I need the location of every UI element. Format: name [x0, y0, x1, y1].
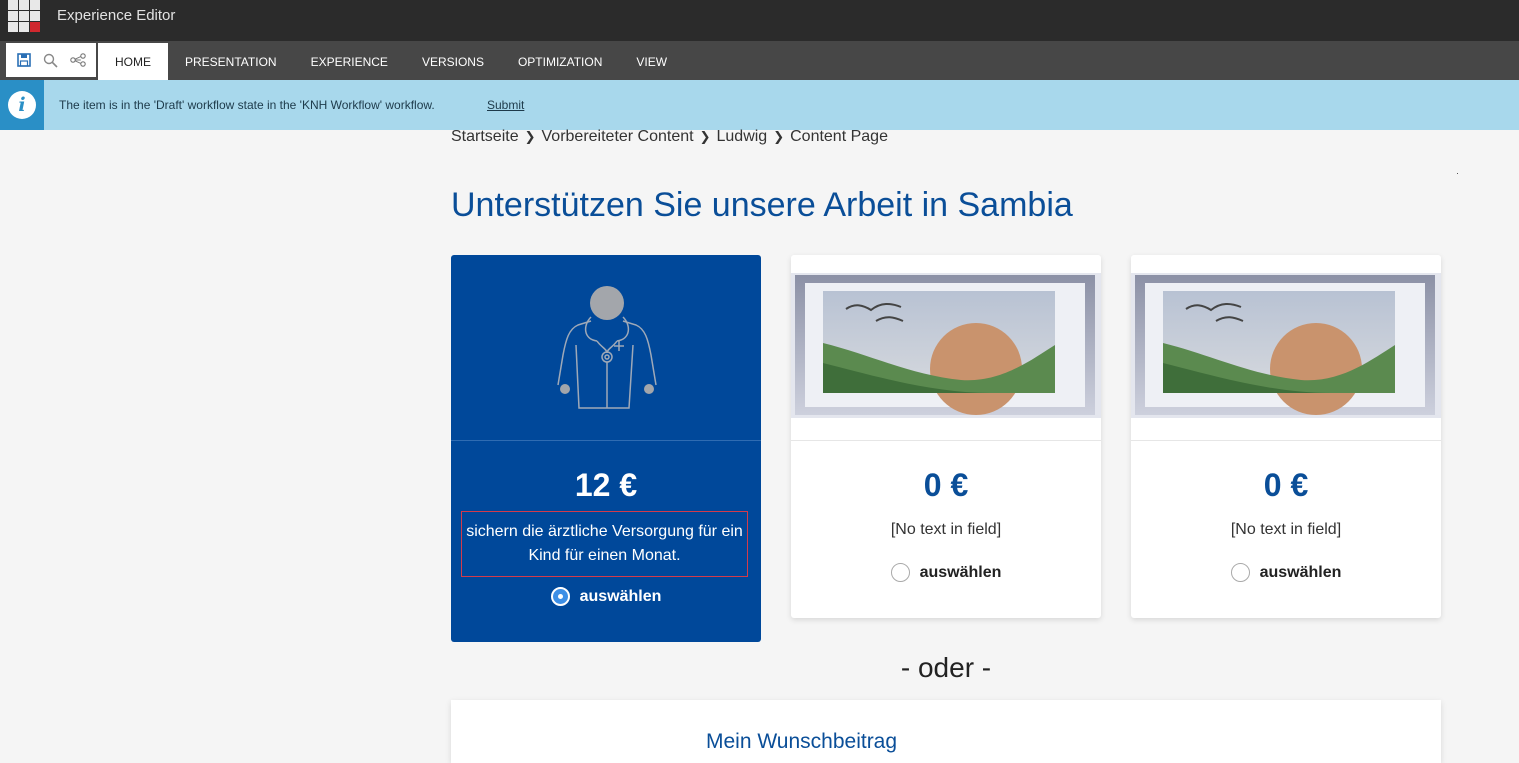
choose-label: auswählen — [579, 587, 662, 605]
donation-amount: 0 € — [1263, 467, 1309, 503]
tab-experience[interactable]: EXPERIENCE — [294, 43, 405, 80]
placeholder-landscape-image — [791, 255, 1101, 440]
ribbon-tabs: HOME PRESENTATION EXPERIENCE VERSIONS OP… — [98, 43, 684, 80]
page-title: Unterstützen Sie unsere Arbeit in Sambia — [451, 186, 1073, 224]
breadcrumb-item[interactable]: Startseite — [451, 128, 519, 146]
chevron-right-icon: ❯ — [524, 129, 536, 144]
tab-presentation[interactable]: PRESENTATION — [168, 43, 294, 80]
card-divider — [791, 440, 1101, 441]
tab-view[interactable]: VIEW — [619, 43, 684, 80]
save-icon[interactable] — [15, 51, 33, 69]
radio-unselected-icon[interactable] — [890, 563, 910, 582]
donation-description[interactable]: sichern die ärztliche Versorgung für ein… — [461, 511, 748, 577]
card-divider — [451, 440, 761, 441]
choose-label: auswählen — [919, 563, 1002, 581]
app-grid-icon[interactable] — [8, 0, 42, 32]
breadcrumb-item[interactable]: Ludwig — [717, 128, 768, 146]
ribbon-bar: HOME PRESENTATION EXPERIENCE VERSIONS OP… — [0, 41, 1519, 80]
tab-home[interactable]: HOME — [98, 43, 168, 80]
donation-card[interactable]: 0 € [No text in field] auswählen — [1131, 255, 1441, 618]
chevron-right-icon: ❯ — [699, 129, 711, 144]
donation-amount: 12 € — [574, 467, 638, 503]
workflow-notification: i The item is in the 'Draft' workflow st… — [0, 80, 1519, 130]
breadcrumb: Startseite ❯ Vorbereiteter Content ❯ Lud… — [451, 128, 888, 146]
search-icon[interactable] — [42, 51, 60, 69]
donation-description[interactable]: [No text in field] — [791, 521, 1101, 539]
choose-option[interactable]: auswählen — [1131, 563, 1441, 582]
choose-option[interactable]: auswählen — [791, 563, 1101, 582]
card-divider — [1131, 440, 1441, 441]
quick-tools — [6, 43, 96, 77]
notification-text: The item is in the 'Draft' workflow stat… — [59, 98, 435, 112]
separator-text: - oder - — [900, 652, 992, 683]
custom-amount-title: Mein Wunschbeitrag — [706, 730, 898, 753]
app-title: Experience Editor — [57, 7, 176, 24]
top-bar: Experience Editor — [0, 0, 1519, 41]
choose-label: auswählen — [1259, 563, 1342, 581]
navigation-tree-icon[interactable] — [69, 51, 87, 69]
placeholder-landscape-image — [1131, 255, 1441, 440]
tab-versions[interactable]: VERSIONS — [405, 43, 501, 80]
breadcrumb-item[interactable]: Vorbereiteter Content — [542, 128, 694, 146]
breadcrumb-item[interactable]: Content Page — [790, 128, 888, 146]
custom-amount-panel: Mein Wunschbeitrag — [451, 700, 1441, 763]
tab-optimization[interactable]: OPTIMIZATION — [501, 43, 619, 80]
chevron-right-icon: ❯ — [773, 129, 785, 144]
decorative-dot — [1457, 173, 1458, 174]
choose-option[interactable]: auswählen — [451, 587, 761, 606]
radio-unselected-icon[interactable] — [1230, 563, 1250, 582]
donation-description[interactable]: [No text in field] — [1131, 521, 1441, 539]
donation-card[interactable]: 0 € [No text in field] auswählen — [791, 255, 1101, 618]
donation-amount: 0 € — [923, 467, 969, 503]
doctor-icon — [451, 255, 761, 440]
info-icon: i — [0, 80, 44, 130]
donation-card-selected[interactable]: 12 € sichern die ärztliche Versorgung fü… — [451, 255, 761, 642]
submit-link[interactable]: Submit — [487, 98, 524, 112]
radio-selected-icon[interactable] — [550, 587, 570, 606]
